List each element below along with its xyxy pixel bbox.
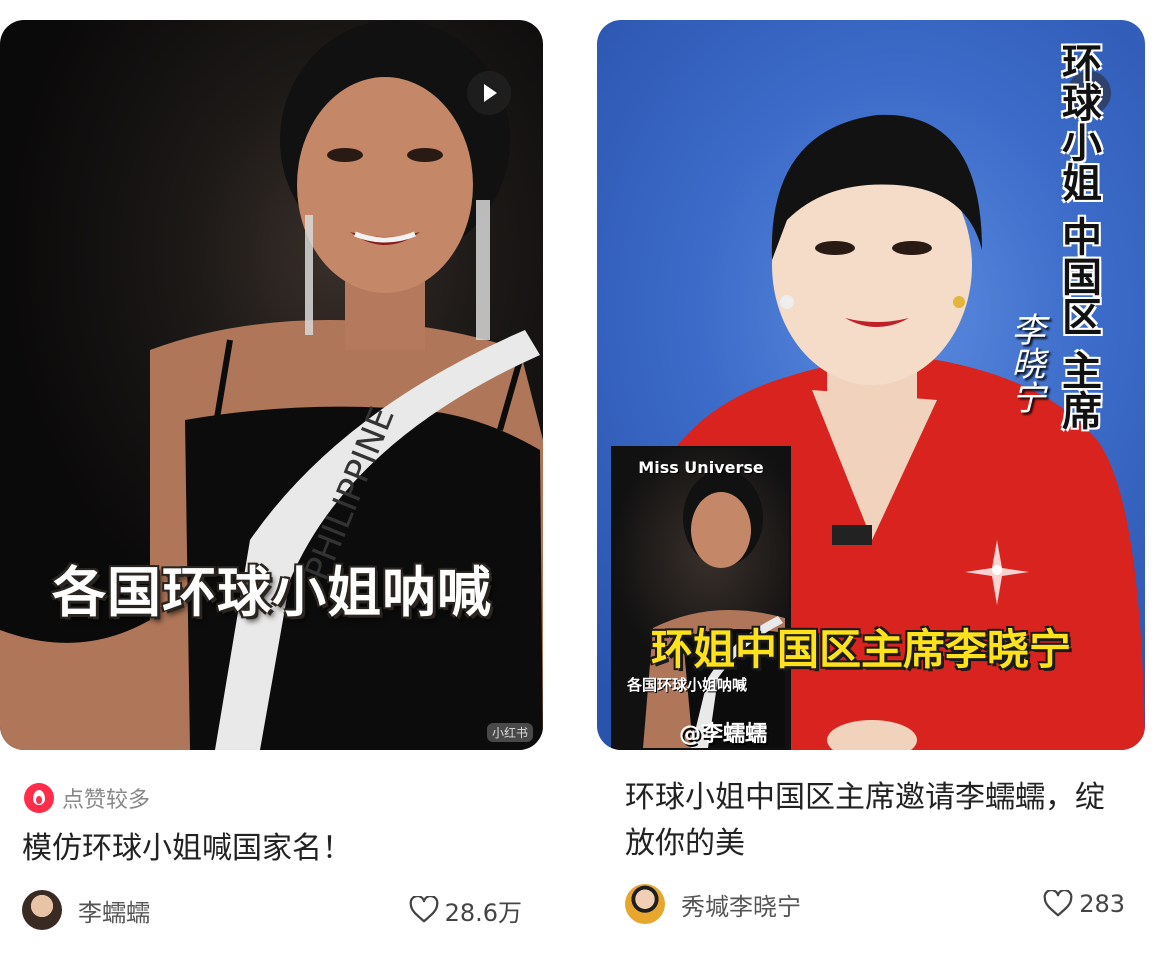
video-thumbnail[interactable]: PHILIPPINE 各国环球小姐呐喊 小红书 [0, 20, 543, 750]
note-footer: 李蠕蠕 28.6万 [22, 884, 522, 936]
video-thumbnail[interactable]: 环球小姐 中国区 主席 李晓宁 Miss Universe 各国环球小姐呐喊 @… [597, 20, 1145, 750]
author-name[interactable]: 秀堿李晓宁 [681, 887, 801, 922]
like-button[interactable]: 283 [1043, 890, 1125, 918]
popular-badge-label: 点赞较多 [62, 788, 151, 813]
popular-badge: 点赞较多 [24, 782, 150, 814]
inset-subtitle: 各国环球小姐呐喊 [627, 676, 748, 694]
play-icon[interactable] [467, 71, 511, 115]
video-overlay-caption: 各国环球小姐呐喊 [52, 561, 492, 624]
note-footer: 秀堿李晓宁 283 [625, 878, 1125, 930]
like-button[interactable]: 28.6万 [409, 893, 522, 928]
inset-handle: @李蠕蠕 [679, 722, 768, 747]
watermark: 小红书 [486, 723, 533, 742]
heart-icon [409, 896, 438, 923]
avatar[interactable] [625, 884, 665, 924]
author-name[interactable]: 李蠕蠕 [78, 893, 150, 928]
video-overlay-vertical-title: 环球小姐 中国区 主席 [1055, 42, 1101, 430]
like-count: 28.6万 [444, 898, 522, 927]
inset-video-frame: Miss Universe 各国环球小姐呐喊 @李蠕蠕 [611, 446, 791, 750]
signature-text: 李晓宁 [1005, 312, 1045, 414]
note-title[interactable]: 环球小姐中国区主席邀请李蠕蠕，绽放你的美 [625, 775, 1125, 867]
model-figure-image: PHILIPPINE [0, 20, 543, 750]
fire-icon [24, 783, 54, 813]
inset-title: Miss Universe [638, 458, 764, 477]
inset-model-image [643, 470, 785, 748]
note-title[interactable]: 模仿环球小姐喊国家名！ [22, 826, 532, 872]
avatar[interactable] [22, 890, 62, 930]
video-overlay-caption: 环姐中国区主席李晓宁 [651, 625, 1072, 674]
like-count: 283 [1079, 890, 1125, 918]
heart-icon [1043, 890, 1073, 917]
